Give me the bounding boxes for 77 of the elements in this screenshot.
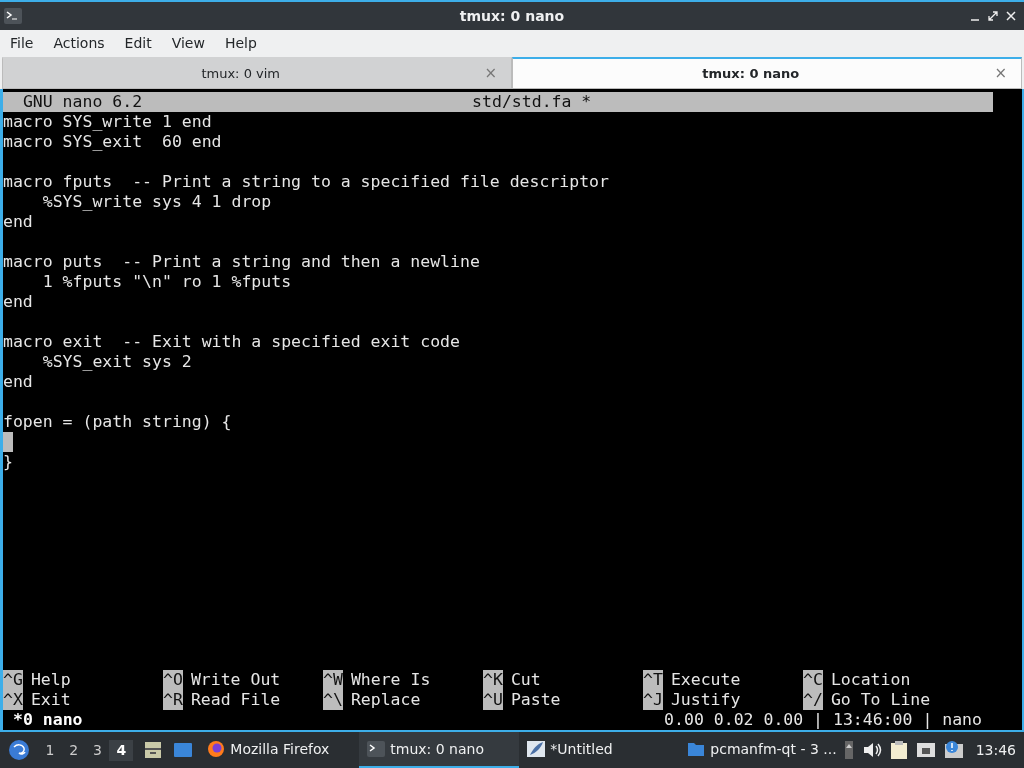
code-line: %SYS_write sys 4 1 drop bbox=[41, 192, 272, 211]
taskbar-button[interactable]: Mozilla Firefox bbox=[199, 732, 360, 768]
menu-item[interactable]: View bbox=[161, 30, 215, 57]
quill-icon bbox=[527, 740, 546, 758]
code-line: } bbox=[3, 452, 13, 471]
shortcut-label: Where Is bbox=[350, 670, 431, 690]
code-line: macro SYS_exit 60 end bbox=[3, 132, 222, 151]
window-title: tmux: 0 nano bbox=[459, 6, 565, 26]
terminal-icon bbox=[4, 8, 22, 24]
taskbar-button[interactable]: *Untitled bbox=[519, 732, 680, 768]
shortcut-label: Replace bbox=[350, 690, 421, 710]
code-line: %SYS_exit sys 2 bbox=[41, 352, 192, 371]
shortcut-label: Read File bbox=[190, 690, 281, 710]
workspace-button[interactable]: 3 bbox=[85, 739, 110, 761]
shortcut-key: ^O bbox=[163, 670, 183, 690]
shortcut-key: ^K bbox=[483, 670, 503, 690]
folder-icon bbox=[687, 740, 706, 758]
shortcut-label: Execute bbox=[670, 670, 741, 690]
shortcut-label: Write Out bbox=[190, 670, 281, 690]
update-notification-icon[interactable] bbox=[943, 740, 964, 760]
firefox-icon bbox=[207, 740, 226, 758]
shortcut-key: ^U bbox=[483, 690, 503, 710]
shortcut-key: ^C bbox=[803, 670, 823, 690]
tab-label[interactable]: tmux: 0 nano bbox=[513, 63, 989, 84]
menu-item[interactable]: Edit bbox=[114, 30, 162, 57]
workspace-button[interactable]: 2 bbox=[61, 739, 86, 761]
tab[interactable]: tmux: 0 vim × bbox=[2, 57, 512, 89]
menu-item[interactable]: File bbox=[0, 30, 44, 57]
restore-icon[interactable] bbox=[988, 11, 998, 21]
taskbar-button[interactable]: pcmanfm-qt - 3 ... bbox=[679, 732, 844, 768]
code-line: end bbox=[3, 292, 33, 311]
code-line: end bbox=[3, 372, 33, 391]
shortcut-key: ^/ bbox=[803, 690, 823, 710]
clock-label[interactable]: 13:46 bbox=[975, 739, 1016, 761]
shortcut-label: Justify bbox=[670, 690, 741, 710]
version-label: GNU nano 6.2 bbox=[22, 92, 143, 112]
shortcut-label: Paste bbox=[510, 690, 561, 710]
code-line: macro fputs -- Print a string to a specified file descriptor bbox=[3, 172, 609, 191]
shortcut-label: Help bbox=[30, 670, 71, 690]
clipboard-icon[interactable] bbox=[889, 740, 908, 760]
code-line: end bbox=[3, 212, 33, 231]
start-menu-icon[interactable] bbox=[8, 739, 30, 761]
tab[interactable]: tmux: 0 nano × bbox=[512, 57, 1022, 89]
code-line: macro SYS_write 1 end bbox=[3, 112, 212, 131]
menu-item[interactable]: Actions bbox=[43, 30, 115, 57]
shortcut-label: Location bbox=[830, 670, 911, 690]
code-line: macro exit -- Exit with a specified exit code bbox=[3, 332, 460, 351]
shortcut-key: ^T bbox=[643, 670, 663, 690]
shortcut-key: ^W bbox=[323, 670, 343, 690]
shortcut-label: Cut bbox=[510, 670, 541, 690]
taskbar-button[interactable]: tmux: 0 nano bbox=[359, 732, 520, 768]
code-line: macro puts -- Print a string and then a newline bbox=[3, 252, 480, 271]
desktop-icon[interactable] bbox=[173, 740, 194, 760]
tmux-status-info: 0.00 0.02 0.00 | 13:46:00 | nano bbox=[664, 710, 982, 730]
close-icon[interactable] bbox=[1006, 11, 1016, 21]
close-button[interactable]: × bbox=[988, 61, 1013, 86]
shortcut-key: ^\ bbox=[323, 690, 343, 710]
text-cursor bbox=[3, 432, 13, 452]
scroll-indicator-icon bbox=[843, 740, 854, 760]
file-cabinet-icon[interactable] bbox=[143, 740, 164, 760]
tmux-window-label: *0 nano bbox=[13, 710, 83, 730]
shortcut-key: ^J bbox=[643, 690, 663, 710]
shortcut-key: ^G bbox=[3, 670, 23, 690]
code-line: 1 %fputs "\n" ro 1 %fputs bbox=[41, 272, 292, 291]
volume-icon[interactable] bbox=[861, 741, 882, 759]
workspace-button[interactable]: 4 bbox=[109, 739, 134, 761]
shortcut-label: Exit bbox=[30, 690, 71, 710]
tab-label[interactable]: tmux: 0 vim bbox=[3, 63, 479, 84]
menu-item[interactable]: Help bbox=[214, 30, 267, 57]
shortcut-key: ^R bbox=[163, 690, 183, 710]
filename-label: std/std.fa * bbox=[472, 92, 592, 112]
shortcut-key: ^X bbox=[3, 690, 23, 710]
shortcut-label: Go To Line bbox=[830, 690, 931, 710]
workspace-button[interactable]: 1 bbox=[38, 739, 62, 761]
network-icon[interactable] bbox=[915, 741, 936, 759]
code-line: fopen = (path string) { bbox=[3, 412, 232, 431]
terminal-icon bbox=[367, 740, 386, 758]
